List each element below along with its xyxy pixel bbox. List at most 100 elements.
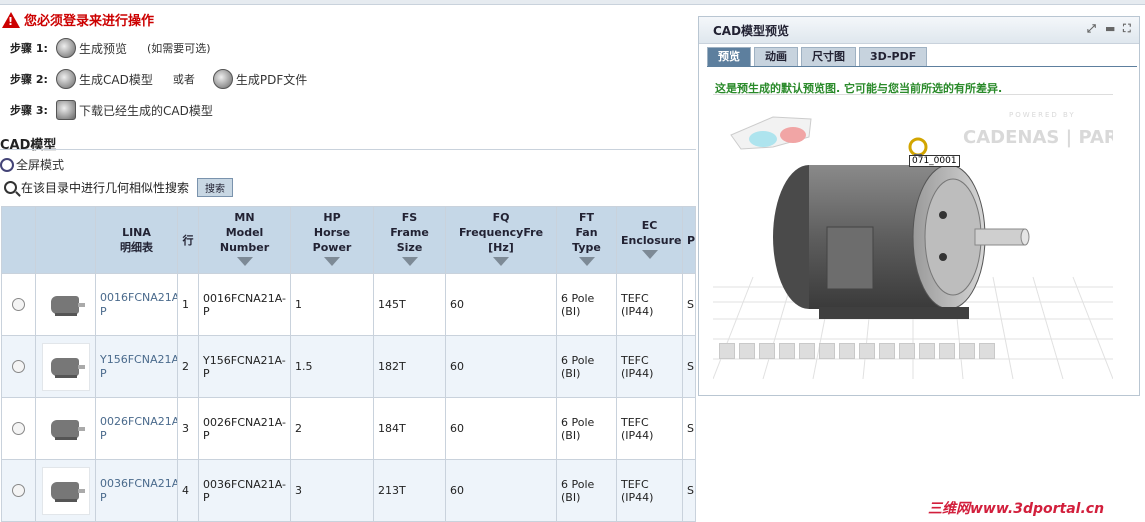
view-front-icon[interactable] <box>739 343 755 359</box>
viewer-toolbar <box>719 343 995 359</box>
search-button[interactable]: 搜索 <box>197 178 234 197</box>
step-2-label: 步骤 2: <box>10 73 48 86</box>
header-thumbnail <box>35 206 96 274</box>
cad-preview-panel: CAD模型预览 ⤢ ▬ ⛶ 预览 动画 尺寸图 3D-PDF 这是预生成的默认预… <box>698 16 1140 396</box>
filter-icon[interactable] <box>578 257 595 266</box>
view-back-icon[interactable] <box>759 343 775 359</box>
lina-link[interactable]: 0016FCNA21A-P <box>100 291 177 318</box>
row-select-radio[interactable] <box>12 484 25 497</box>
filter-icon[interactable] <box>401 257 418 266</box>
tab-animation[interactable]: 动画 <box>754 47 798 67</box>
pdf-gear-icon[interactable] <box>212 69 233 89</box>
header-ec[interactable]: EC Enclosure <box>616 206 683 274</box>
shaded-icon[interactable] <box>939 343 955 359</box>
table-row[interactable]: 0016FCNA21A-P 1 0016FCNA21A-P 1 145T 60 … <box>1 273 696 336</box>
motor-render: POWERED BY CADENAS | PARTsolutions <box>713 111 1113 379</box>
3d-viewer[interactable]: POWERED BY CADENAS | PARTsolutions 071_0… <box>713 97 1113 379</box>
view-right-icon[interactable] <box>899 343 915 359</box>
cell-mn: 0026FCNA21A-P <box>198 397 291 460</box>
cell-ft: 6 Pole (BI) <box>556 459 617 522</box>
parts-table: LINA 明细表 行 MN Model Number HP Horse Power F… <box>1 206 696 522</box>
header-ft[interactable]: FT Fan Type <box>556 206 617 274</box>
zoom-icon[interactable] <box>799 343 815 359</box>
cell-row: 2 <box>177 335 199 398</box>
table-row[interactable]: 0026FCNA21A-P 3 0026FCNA21A-P 2 184T 60 … <box>1 397 696 460</box>
filter-icon[interactable] <box>641 249 658 259</box>
warning-icon: ! <box>2 11 20 28</box>
divider <box>0 149 696 150</box>
row-select-radio[interactable] <box>12 360 25 373</box>
tab-dimensions[interactable]: 尺寸图 <box>801 47 856 67</box>
motor-thumbnail <box>41 466 90 515</box>
view-iso-icon[interactable] <box>819 343 835 359</box>
expand-icon[interactable]: ⛶ <box>1123 23 1135 34</box>
fullscreen-label: 全屏模式 <box>16 158 65 172</box>
download-icon[interactable] <box>56 100 76 120</box>
step-1-label: 步骤 1: <box>10 42 48 55</box>
lina-link[interactable]: Y156FCNA21A-P <box>100 353 177 380</box>
cell-hp: 2 <box>290 397 374 460</box>
fullscreen-toggle[interactable]: 全屏模式 <box>0 156 64 173</box>
header-hp[interactable]: HP Horse Power <box>290 206 374 274</box>
measure-icon[interactable] <box>959 343 975 359</box>
cell-mn: 0016FCNA21A-P <box>198 273 291 336</box>
table-row[interactable]: 0036FCNA21A-P 4 0036FCNA21A-P 3 213T 60 … <box>1 459 696 522</box>
preview-title: CAD模型预览 <box>713 23 790 38</box>
cell-p: S <box>682 335 696 398</box>
generate-pdf-link[interactable]: 生成PDF文件 <box>236 71 307 88</box>
table-row[interactable]: Y156FCNA21A-P 2 Y156FCNA21A-P 1.5 182T 6… <box>1 335 696 398</box>
filter-icon[interactable] <box>493 257 509 266</box>
view-left-icon[interactable] <box>879 343 895 359</box>
divider <box>713 94 1113 95</box>
svg-text:POWERED BY: POWERED BY <box>1009 111 1076 119</box>
tab-underline <box>707 66 1137 67</box>
preview-header: CAD模型预览 ⤢ ▬ ⛶ <box>699 17 1139 44</box>
step-1: 步骤 1: 生成预览 (如需要可选) <box>10 38 211 58</box>
download-cad-link[interactable]: 下载已经生成的CAD模型 <box>79 102 213 119</box>
rotate-icon[interactable] <box>779 343 795 359</box>
site-watermark: 三维网www.3dportal.cn <box>928 501 1105 517</box>
table-header-row: LINA 明细表 行 MN Model Number HP Horse Power F… <box>1 206 696 274</box>
filter-icon[interactable] <box>324 257 340 266</box>
tab-3d-pdf[interactable]: 3D-PDF <box>859 47 928 67</box>
cad-gear-icon[interactable] <box>56 69 76 89</box>
minimize-icon[interactable]: ▬ <box>1105 23 1117 34</box>
view-top-icon[interactable] <box>839 343 855 359</box>
or-text: 或者 <box>172 73 195 86</box>
3d-glasses-icon <box>730 116 812 150</box>
row-select-radio[interactable] <box>12 422 25 435</box>
cell-row: 3 <box>177 397 199 460</box>
cell-fs: 213T <box>373 459 446 522</box>
view-fit-icon[interactable] <box>719 343 735 359</box>
motor-thumbnail <box>43 406 89 452</box>
generate-cad-link[interactable]: 生成CAD模型 <box>79 71 153 88</box>
cell-mn: Y156FCNA21A-P <box>198 335 291 398</box>
wireframe-icon[interactable] <box>919 343 935 359</box>
login-warning-text: 您必须登录来进行操作 <box>24 14 155 29</box>
cell-p: S <box>682 273 696 336</box>
cell-fq: 60 <box>445 397 557 460</box>
maximize-icon[interactable]: ⤢ <box>1087 23 1099 34</box>
lina-link[interactable]: 0036FCNA21A-P <box>100 477 177 504</box>
preview-icon[interactable] <box>56 38 76 58</box>
step-3: 步骤 3: 下载已经生成的CAD模型 <box>10 100 213 120</box>
search-icon <box>4 181 17 194</box>
tab-preview[interactable]: 预览 <box>707 47 751 67</box>
cell-ec: TEFC (IP44) <box>616 273 683 336</box>
view-bottom-icon[interactable] <box>859 343 875 359</box>
cell-fq: 60 <box>445 273 557 336</box>
header-p: P <box>682 206 696 274</box>
header-fq[interactable]: FQ FrequencyFre [Hz] <box>445 206 557 274</box>
header-mn[interactable]: MN Model Number <box>198 206 291 274</box>
section-icon[interactable] <box>979 343 995 359</box>
part-id-label: 071_0001 <box>909 155 960 167</box>
similarity-search: 在该目录中进行几何相似性搜索 搜索 <box>4 178 234 197</box>
motor-thumbnail <box>41 342 90 391</box>
generate-preview-link[interactable]: 生成预览 <box>79 40 127 57</box>
lina-link[interactable]: 0026FCNA21A-P <box>100 415 177 442</box>
row-select-radio[interactable] <box>12 298 25 311</box>
svg-text:CADENAS | PARTsolutions: CADENAS | PARTsolutions <box>963 127 1113 148</box>
cell-mn: 0036FCNA21A-P <box>198 459 291 522</box>
filter-icon[interactable] <box>236 257 253 266</box>
header-fs[interactable]: FS Frame Size <box>373 206 446 274</box>
